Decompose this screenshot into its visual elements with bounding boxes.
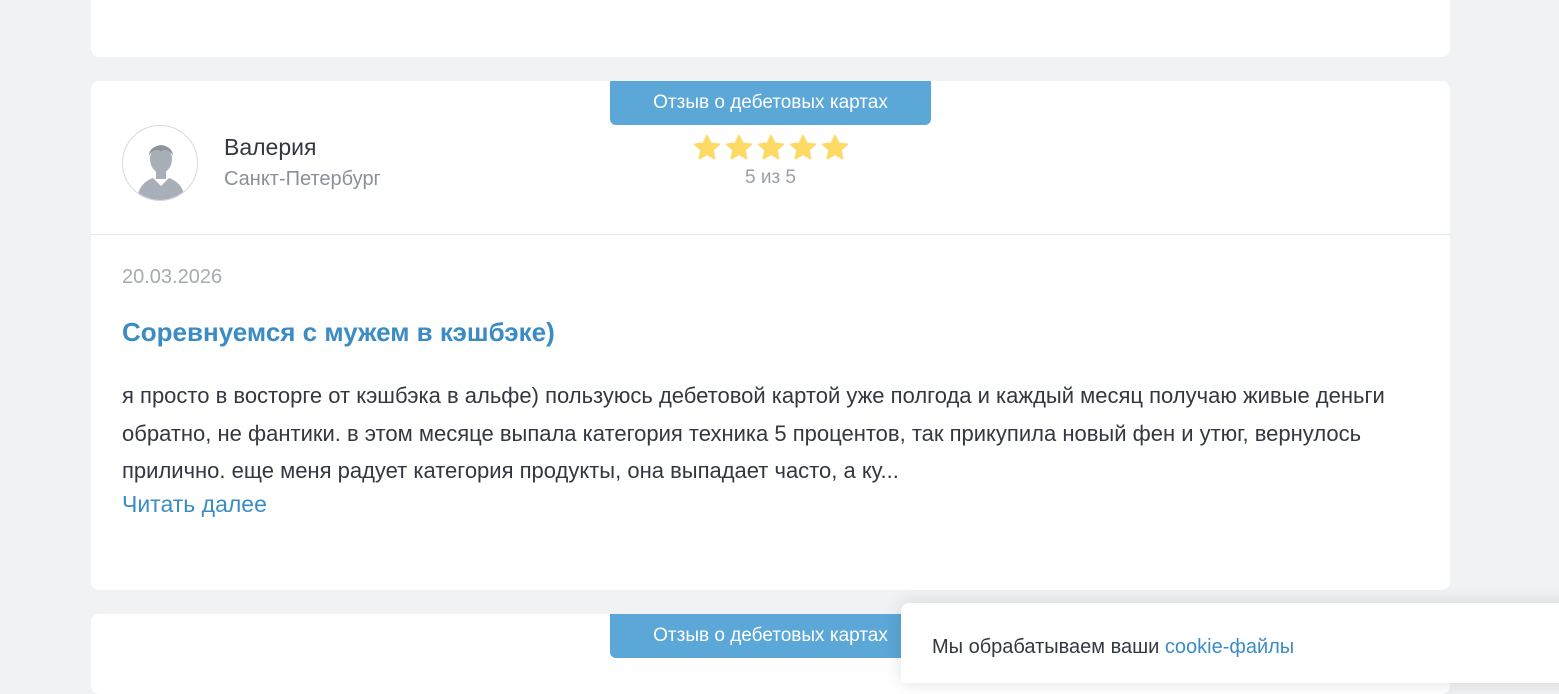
star-icon	[692, 133, 722, 163]
rating-label: 5 из 5	[744, 167, 797, 188]
user-avatar	[122, 125, 198, 201]
review-card: Отзыв о дебетовых картах Валерия Санкт-П…	[91, 81, 1450, 590]
star-icon	[820, 133, 850, 163]
read-more-link[interactable]: Читать далее	[122, 491, 267, 518]
rating-stars	[691, 133, 850, 163]
cookie-message: Мы обрабатываем ваши	[932, 636, 1165, 658]
review-title[interactable]: Соревнуемся с мужем в кэшбэке)	[122, 317, 555, 348]
review-date: 20.03.2026	[122, 266, 223, 288]
previous-review-card	[91, 0, 1450, 57]
cookie-text: Мы обрабатываем ваши cookie-файлы	[932, 636, 1294, 659]
user-silhouette-icon	[123, 126, 197, 200]
rating: 5 из 5	[691, 133, 850, 189]
star-icon	[756, 133, 786, 163]
cookie-banner: Мы обрабатываем ваши cookie-файлы	[901, 603, 1559, 683]
review-category-badge: Отзыв о дебетовых картах	[610, 81, 931, 125]
author-city: Санкт-Петербург	[224, 168, 381, 190]
star-icon	[724, 133, 754, 163]
review-text: я просто в восторге от кэшбэка в альфе) …	[122, 383, 1385, 483]
author-name: Валерия	[224, 134, 317, 160]
next-review-category-badge: Отзыв о дебетовых картах	[610, 614, 931, 658]
star-icon	[788, 133, 818, 163]
divider	[91, 234, 1450, 235]
cookie-link[interactable]: cookie-файлы	[1165, 636, 1294, 658]
